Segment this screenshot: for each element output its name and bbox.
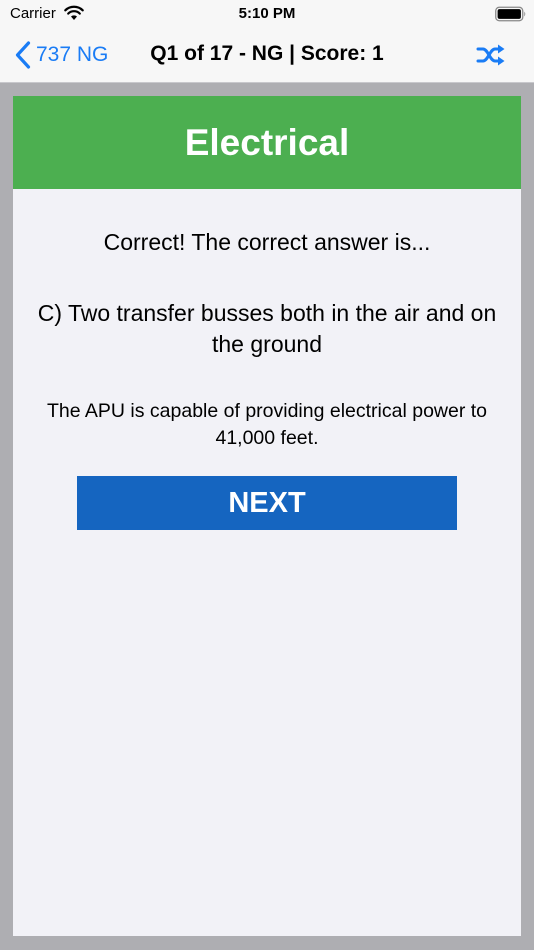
page-title: Q1 of 17 - NG | Score: 1 (150, 42, 384, 65)
navigation-bar: 737 NG Q1 of 17 - NG | Score: 1 (0, 28, 534, 83)
question-card: Electrical Correct! The correct answer i… (13, 96, 521, 936)
status-time: 5:10 PM (238, 5, 296, 22)
category-header: Electrical (13, 96, 521, 189)
answer-explanation: The APU is capable of providing electric… (46, 400, 488, 449)
status-bar: Carrier 5:10 PM (0, 0, 534, 28)
shuffle-icon[interactable] (476, 42, 506, 68)
result-message: Correct! The correct answer is... (103, 229, 431, 255)
correct-answer: C) Two transfer busses both in the air a… (37, 300, 497, 357)
quiz-area: Electrical Correct! The correct answer i… (0, 83, 534, 950)
next-button[interactable]: NEXT (77, 476, 457, 530)
battery-icon (495, 6, 526, 22)
